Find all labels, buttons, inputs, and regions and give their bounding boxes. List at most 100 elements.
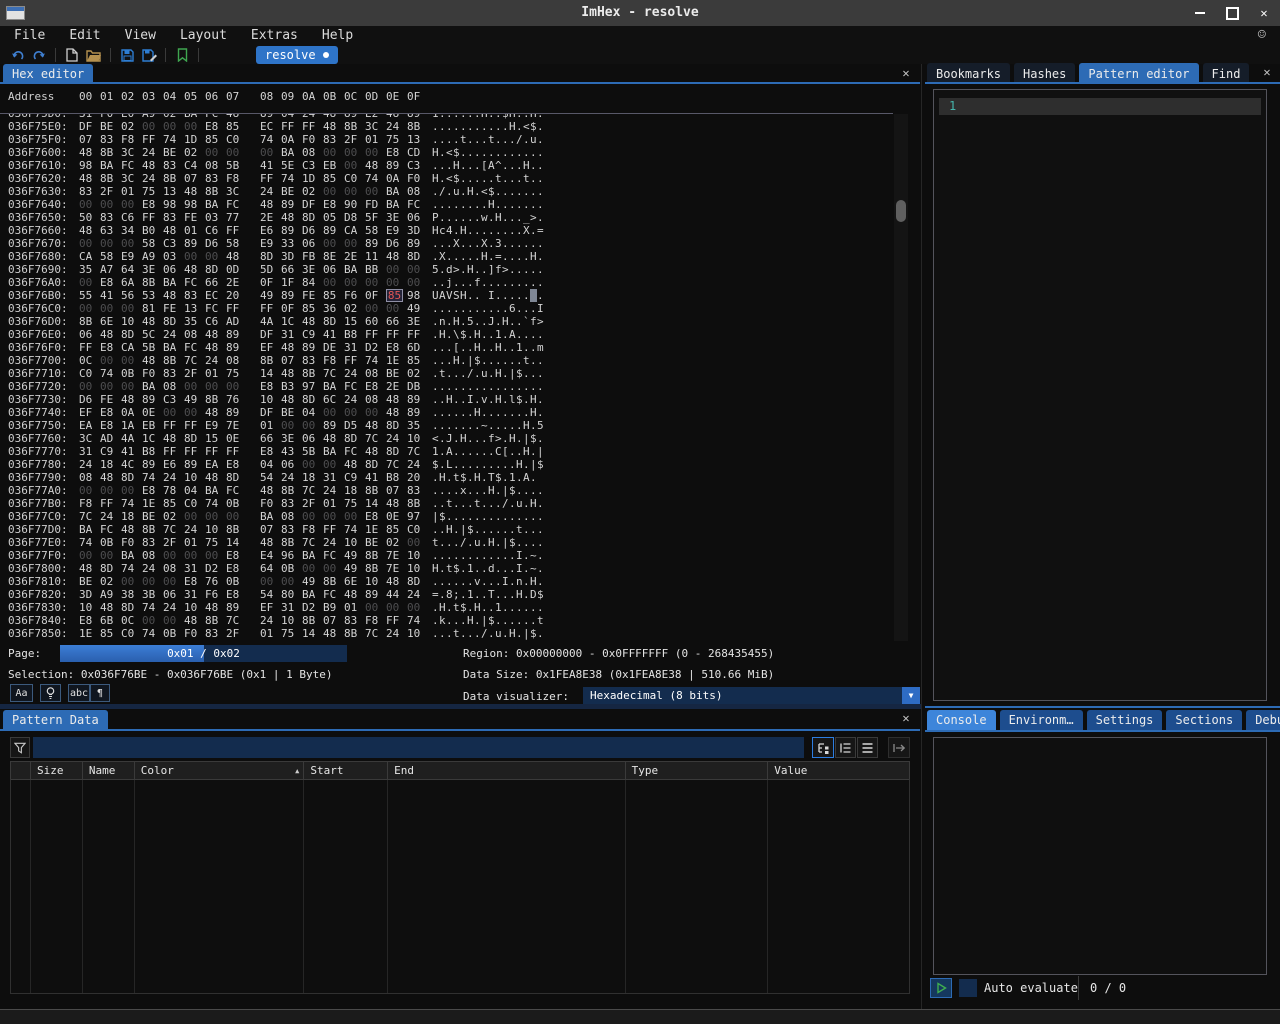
column-header-end[interactable]: End [388, 762, 625, 779]
hex-byte[interactable]: 74 [142, 471, 163, 484]
hex-byte[interactable]: 00 [365, 185, 386, 198]
ascii-char[interactable]: . [453, 393, 460, 406]
ascii-char[interactable]: A [488, 159, 495, 172]
hex-byte[interactable]: 00 [365, 601, 386, 614]
ascii-char[interactable]: . [474, 523, 481, 536]
ascii-char[interactable]: . [460, 549, 467, 562]
ascii-char[interactable]: u [481, 367, 488, 380]
ascii-char[interactable]: . [495, 458, 502, 471]
hex-byte[interactable]: FF [260, 172, 281, 185]
ascii-char[interactable]: . [509, 523, 516, 536]
hex-byte[interactable]: 00 [302, 419, 323, 432]
ascii-char[interactable]: > [453, 263, 460, 276]
ascii-char[interactable]: . [446, 302, 453, 315]
hex-byte[interactable]: 8D [323, 315, 344, 328]
hex-byte[interactable]: 5B [142, 341, 163, 354]
ascii-char[interactable]: . [439, 198, 446, 211]
ascii-char[interactable]: X [439, 250, 446, 263]
hex-byte[interactable]: 00 [79, 276, 100, 289]
ascii-char[interactable]: H [432, 562, 439, 575]
hex-byte[interactable]: A7 [100, 263, 121, 276]
tab-pattern-data[interactable]: Pattern Data [3, 710, 108, 729]
ascii-char[interactable]: . [523, 341, 530, 354]
ascii-char[interactable]: . [530, 224, 537, 237]
hex-byte[interactable]: 66 [281, 263, 302, 276]
hex-row[interactable]: 036F77F0:0000BA08000000E8E496BAFC498B7E1… [0, 549, 893, 562]
ascii-char[interactable]: . [516, 614, 523, 627]
hex-row[interactable]: 036F7820:3DA9383B0631F6E85480BAFC4889442… [0, 588, 893, 601]
hex-byte[interactable]: C9 [344, 471, 365, 484]
hex-byte[interactable]: FF [205, 445, 226, 458]
hex-byte[interactable]: 74 [260, 133, 281, 146]
ascii-char[interactable]: . [439, 484, 446, 497]
ascii-char[interactable]: . [516, 289, 523, 302]
hex-byte[interactable]: FF [407, 328, 428, 341]
ascii-char[interactable]: . [439, 237, 446, 250]
ascii-char[interactable]: . [509, 445, 516, 458]
hex-byte[interactable]: E8 [205, 120, 226, 133]
hex-byte[interactable]: 60 [365, 315, 386, 328]
hex-byte[interactable]: 24 [260, 185, 281, 198]
hex-byte[interactable]: 14 [302, 627, 323, 640]
hex-row[interactable]: 036F7670:00000058C389D658E93306000089D68… [0, 237, 893, 250]
hex-byte[interactable]: 74 [163, 133, 184, 146]
hex-byte[interactable]: 1E [386, 354, 407, 367]
ascii-char[interactable]: A [509, 328, 516, 341]
ascii-char[interactable]: . [439, 497, 446, 510]
hex-byte[interactable]: BE [365, 536, 386, 549]
hex-byte[interactable]: 43 [281, 445, 302, 458]
right-panel-close-icon[interactable]: ✕ [1260, 65, 1274, 79]
save-icon[interactable] [116, 46, 138, 64]
hex-byte[interactable]: 8E [323, 250, 344, 263]
hex-byte[interactable]: 00 [142, 575, 163, 588]
ascii-char[interactable]: . [432, 328, 439, 341]
hex-byte[interactable]: C4 [184, 159, 205, 172]
ascii-char[interactable]: . [467, 536, 474, 549]
hex-byte[interactable]: FF [323, 523, 344, 536]
hex-byte[interactable]: 06 [323, 263, 344, 276]
hex-byte[interactable]: 8D [163, 315, 184, 328]
hex-byte[interactable]: 2F [184, 367, 205, 380]
ascii-char[interactable]: . [537, 523, 544, 536]
ascii-char[interactable]: $ [432, 458, 439, 471]
hex-byte[interactable]: 20 [226, 289, 247, 302]
ascii-char[interactable]: . [523, 133, 530, 146]
hex-byte[interactable]: 00 [302, 458, 323, 471]
ascii-char[interactable]: | [432, 510, 439, 523]
ascii-char[interactable]: . [474, 627, 481, 640]
hex-byte[interactable]: 04 [260, 458, 281, 471]
hex-byte[interactable]: D2 [365, 341, 386, 354]
hex-byte[interactable]: 1C [281, 315, 302, 328]
hex-byte[interactable]: 00 [323, 562, 344, 575]
ascii-char[interactable]: . [446, 536, 453, 549]
ascii-char[interactable]: . [453, 575, 460, 588]
hex-row[interactable]: 036F76C0:00000081FE13FCFFFF0F85360200004… [0, 302, 893, 315]
hex-byte[interactable]: 85 [386, 523, 407, 536]
ascii-char[interactable]: > [495, 432, 502, 445]
hex-byte[interactable]: 00 [79, 484, 100, 497]
ascii-char[interactable]: . [509, 380, 516, 393]
ascii-char[interactable]: A [439, 289, 446, 302]
hex-byte[interactable]: 24 [163, 601, 184, 614]
hex-byte[interactable]: E8 [386, 146, 407, 159]
hex-byte[interactable]: 0B [226, 497, 247, 510]
ascii-char[interactable]: . [446, 419, 453, 432]
ascii-char[interactable]: . [530, 263, 537, 276]
hex-scrollbar-thumb[interactable] [896, 200, 906, 222]
ascii-char[interactable]: . [467, 406, 474, 419]
hex-row[interactable]: 036F77B0:F8FF741E85C0740BF0832F017514488… [0, 497, 893, 510]
hex-byte[interactable]: E8 [79, 614, 100, 627]
hex-row[interactable]: 036F7710:C0740BF0832F017514488B7C2408BE0… [0, 367, 893, 380]
hex-byte[interactable]: 3D [79, 588, 100, 601]
hex-byte[interactable]: C3 [163, 393, 184, 406]
ascii-char[interactable]: I [537, 302, 544, 315]
ascii-char[interactable]: H [474, 601, 481, 614]
ascii-char[interactable]: . [523, 380, 530, 393]
hex-byte[interactable]: 00 [79, 302, 100, 315]
hex-byte[interactable]: 48 [100, 471, 121, 484]
ascii-char[interactable]: . [467, 380, 474, 393]
hex-byte[interactable]: BE [79, 575, 100, 588]
ascii-char[interactable]: . [537, 367, 544, 380]
hex-byte[interactable]: 1E [79, 627, 100, 640]
hex-byte[interactable]: 8B [100, 172, 121, 185]
